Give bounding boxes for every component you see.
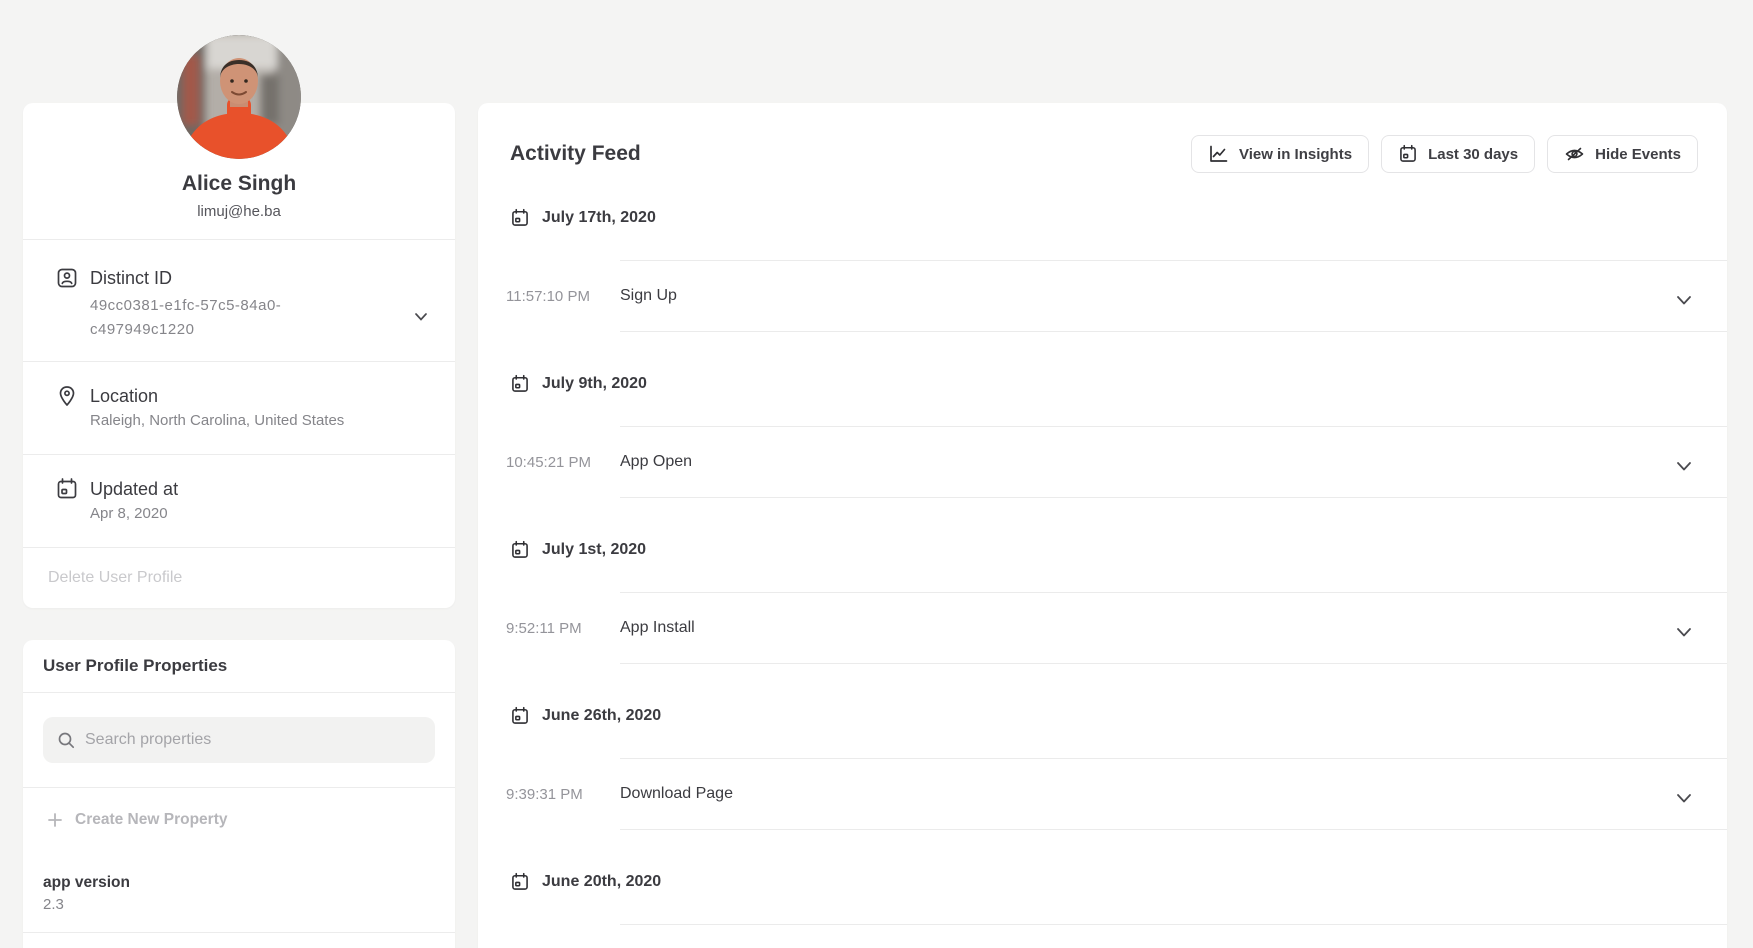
activity-feed-header: Activity Feed View in Insights Last 30 d… xyxy=(478,103,1727,173)
property-value: 2.3 xyxy=(43,894,435,916)
calendar-icon xyxy=(510,872,530,892)
hide-events-button[interactable]: Hide Events xyxy=(1547,135,1698,173)
date-header: July 1st, 2020 xyxy=(510,538,1727,562)
user-photo-avatar xyxy=(177,35,301,159)
id-card-icon xyxy=(55,266,79,290)
event-row[interactable]: 9:52:11 PMApp Install xyxy=(620,592,1727,664)
date-group: June 20th, 2020 xyxy=(478,870,1727,948)
date-header: July 9th, 2020 xyxy=(510,372,1727,396)
event-time: 10:45:21 PM xyxy=(506,454,591,471)
search-input[interactable] xyxy=(85,731,421,749)
feed-toolbar: View in Insights Last 30 days Hide Event… xyxy=(1191,135,1698,173)
distinct-id-value: 49cc0381-e1fc-57c5-84a0-c497949c1220 xyxy=(90,294,328,342)
hide-events-label: Hide Events xyxy=(1595,146,1681,163)
event-name: Download Page xyxy=(620,785,733,803)
activity-feed-list: July 17th, 202011:57:10 PMSign UpJuly 9t… xyxy=(478,206,1727,948)
date-header-label: June 26th, 2020 xyxy=(542,707,661,725)
properties-card-title: User Profile Properties xyxy=(23,640,455,693)
event-row[interactable]: 9:39:31 PMDownload Page xyxy=(620,758,1727,830)
chevron-down-icon[interactable] xyxy=(1677,458,1691,467)
updated-at-label: Updated at xyxy=(90,477,427,501)
date-header-label: June 20th, 2020 xyxy=(542,873,661,891)
chevron-down-icon[interactable] xyxy=(415,308,427,316)
event-row[interactable]: 11:57:10 PMSign Up xyxy=(620,260,1727,332)
date-header-label: July 9th, 2020 xyxy=(542,375,647,393)
distinct-id-label: Distinct ID xyxy=(90,266,427,290)
event-time: 11:57:10 PM xyxy=(506,288,590,305)
event-row[interactable]: 10:45:21 PMApp Open xyxy=(620,426,1727,498)
date-header: July 17th, 2020 xyxy=(510,206,1727,230)
profile-name: Alice Singh xyxy=(23,170,455,198)
view-in-insights-label: View in Insights xyxy=(1239,146,1352,163)
event-time: 9:39:31 PM xyxy=(506,786,583,803)
calendar-icon xyxy=(1398,144,1418,164)
date-group: June 26th, 20209:39:31 PMDownload Page xyxy=(478,704,1727,830)
chevron-down-icon[interactable] xyxy=(1677,292,1691,301)
updated-at-section: Updated at Apr 8, 2020 xyxy=(23,455,455,548)
line-chart-icon xyxy=(1208,144,1229,164)
search-section xyxy=(23,693,455,788)
event-row[interactable] xyxy=(620,924,1727,948)
profile-email: limuj@he.ba xyxy=(23,202,455,222)
event-name: App Open xyxy=(620,453,692,471)
calendar-icon xyxy=(55,477,79,501)
create-new-property-label: Create New Property xyxy=(75,811,227,829)
event-time: 9:52:11 PM xyxy=(506,620,582,637)
activity-feed-card: Activity Feed View in Insights Last 30 d… xyxy=(478,103,1727,948)
event-name: App Install xyxy=(620,619,695,637)
date-header-label: July 1st, 2020 xyxy=(542,541,646,559)
calendar-icon xyxy=(510,540,530,560)
property-list: app version2.3 xyxy=(23,852,455,933)
location-label: Location xyxy=(90,384,427,408)
user-profile-properties-card: User Profile Properties Create New Prope… xyxy=(23,640,455,948)
search-icon xyxy=(57,731,75,749)
calendar-icon xyxy=(510,374,530,394)
search-properties-box[interactable] xyxy=(43,717,435,763)
page-title: Activity Feed xyxy=(510,142,641,166)
delete-user-profile-button[interactable]: Delete User Profile xyxy=(23,548,455,608)
create-new-property-button[interactable]: Create New Property xyxy=(23,788,455,852)
date-header: June 20th, 2020 xyxy=(510,870,1727,894)
property-name: app version xyxy=(43,872,435,894)
date-header-label: July 17th, 2020 xyxy=(542,209,656,227)
property-list-item: app version2.3 xyxy=(23,852,455,933)
date-range-button[interactable]: Last 30 days xyxy=(1381,135,1535,173)
calendar-icon xyxy=(510,706,530,726)
view-in-insights-button[interactable]: View in Insights xyxy=(1191,135,1369,173)
location-value: Raleigh, North Carolina, United States xyxy=(90,410,427,432)
date-group: July 9th, 202010:45:21 PMApp Open xyxy=(478,372,1727,498)
date-range-label: Last 30 days xyxy=(1428,146,1518,163)
date-header: June 26th, 2020 xyxy=(510,704,1727,728)
plus-icon xyxy=(48,813,62,827)
avatar xyxy=(177,35,301,159)
user-profile-card: Alice Singh limuj@he.ba Distinct ID 49cc… xyxy=(23,103,455,608)
chevron-down-icon[interactable] xyxy=(1677,624,1691,633)
date-group: July 1st, 20209:52:11 PMApp Install xyxy=(478,538,1727,664)
updated-at-value: Apr 8, 2020 xyxy=(90,503,427,525)
location-section: Location Raleigh, North Carolina, United… xyxy=(23,362,455,455)
calendar-icon xyxy=(510,208,530,228)
date-group: July 17th, 202011:57:10 PMSign Up xyxy=(478,206,1727,332)
distinct-id-section: Distinct ID 49cc0381-e1fc-57c5-84a0-c497… xyxy=(23,240,455,362)
eye-off-icon xyxy=(1564,144,1585,164)
pin-icon xyxy=(55,384,79,408)
event-name: Sign Up xyxy=(620,287,677,305)
chevron-down-icon[interactable] xyxy=(1677,790,1691,799)
